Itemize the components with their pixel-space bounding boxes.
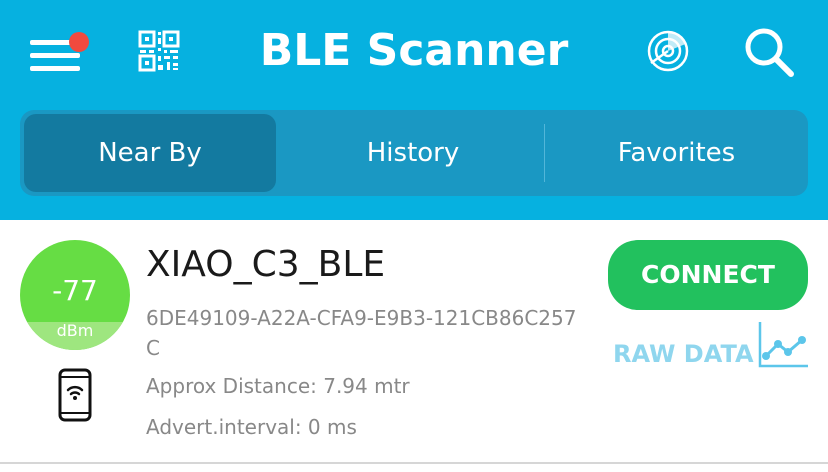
tab-near-by[interactable]: Near By (24, 114, 276, 192)
rssi-unit: dBm (56, 321, 94, 340)
radar-icon (647, 30, 689, 72)
graph-button[interactable] (756, 320, 810, 370)
menu-button[interactable] (28, 32, 89, 74)
device-uuid: 6DE49109-A22A-CFA9-E9B3-121CB86C257C (146, 306, 577, 360)
notification-dot (69, 32, 89, 52)
raw-data-button[interactable]: RAW DATA (613, 340, 754, 368)
device-advert-interval: Advert.interval: 0 ms (146, 415, 357, 439)
tab-favorites[interactable]: Favorites (545, 114, 808, 192)
menu-icon-bar (30, 53, 80, 58)
rssi-indicator: -77 dBm (20, 240, 130, 350)
tab-history[interactable]: History (282, 114, 544, 192)
tab-bar: Near By History Favorites (20, 110, 808, 196)
list-divider (0, 462, 828, 464)
menu-icon-bar (30, 66, 80, 71)
phone-icon (58, 368, 92, 422)
device-name: XIAO_C3_BLE (146, 244, 386, 285)
device-distance: Approx Distance: 7.94 mtr (146, 374, 410, 398)
radar-button[interactable] (646, 29, 690, 73)
search-button[interactable] (743, 26, 795, 78)
qr-code-icon (138, 30, 180, 72)
line-graph-icon (758, 322, 808, 368)
connect-button[interactable]: CONNECT (608, 240, 808, 310)
rssi-value: -77 (52, 274, 98, 307)
app-header: BLE Scanner Near By History Favorites (0, 0, 828, 220)
app-title: BLE Scanner (259, 25, 569, 76)
search-icon (745, 28, 794, 77)
qr-code-button[interactable] (138, 30, 180, 72)
